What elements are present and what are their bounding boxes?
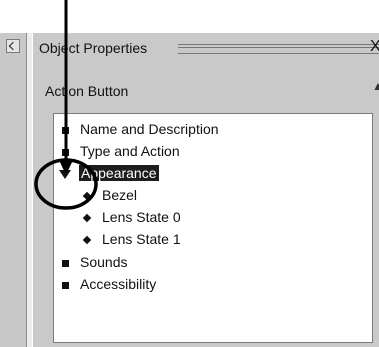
tree-item-label: Accessibility: [80, 276, 157, 292]
tree-item-lens-state-1[interactable]: Lens State 1: [54, 231, 181, 253]
left-docked-panel: [0, 33, 27, 347]
object-properties-panel: Object Properties X Action Button ▲ Name…: [32, 33, 379, 347]
tree-item-type-action[interactable]: Type and Action: [54, 143, 180, 165]
scroll-up-icon[interactable]: ▲: [372, 79, 379, 93]
expanded-triangle-icon[interactable]: [59, 169, 71, 179]
square-bullet-icon: [62, 281, 69, 289]
tree-item-label: Type and Action: [80, 143, 180, 159]
tree-item-label: Name and Description: [80, 121, 219, 137]
tree-item-accessibility[interactable]: Accessibility: [54, 276, 156, 298]
panel-title: Object Properties: [39, 40, 148, 56]
panel-titlebar[interactable]: Object Properties X: [33, 33, 379, 63]
square-bullet-icon: [62, 259, 69, 267]
tree-item-label: Lens State 0: [102, 209, 181, 225]
properties-tree: Name and Description Type and Action App…: [53, 113, 373, 343]
tree-item-label-selected: Appearance: [79, 165, 159, 181]
tree-item-label: Sounds: [80, 254, 128, 270]
chevron-left-icon[interactable]: [6, 39, 20, 53]
tree-item-sounds[interactable]: Sounds: [54, 254, 127, 276]
tree-item-lens-state-0[interactable]: Lens State 0: [54, 209, 181, 231]
drag-grip[interactable]: [178, 44, 379, 54]
tree-item-appearance[interactable]: Appearance: [54, 165, 159, 187]
diamond-bullet-icon: [82, 236, 92, 245]
group-header: Action Button: [45, 83, 129, 99]
tree-item-name-description[interactable]: Name and Description: [54, 121, 219, 143]
square-bullet-icon: [62, 126, 69, 134]
diamond-bullet-icon: [82, 192, 92, 201]
close-icon[interactable]: X: [370, 38, 379, 56]
diamond-bullet-icon: [82, 214, 92, 223]
square-bullet-icon: [62, 148, 69, 156]
tree-item-bezel[interactable]: Bezel: [54, 187, 137, 209]
tree-item-label: Lens State 1: [102, 231, 181, 247]
tree-item-label: Bezel: [102, 187, 138, 203]
